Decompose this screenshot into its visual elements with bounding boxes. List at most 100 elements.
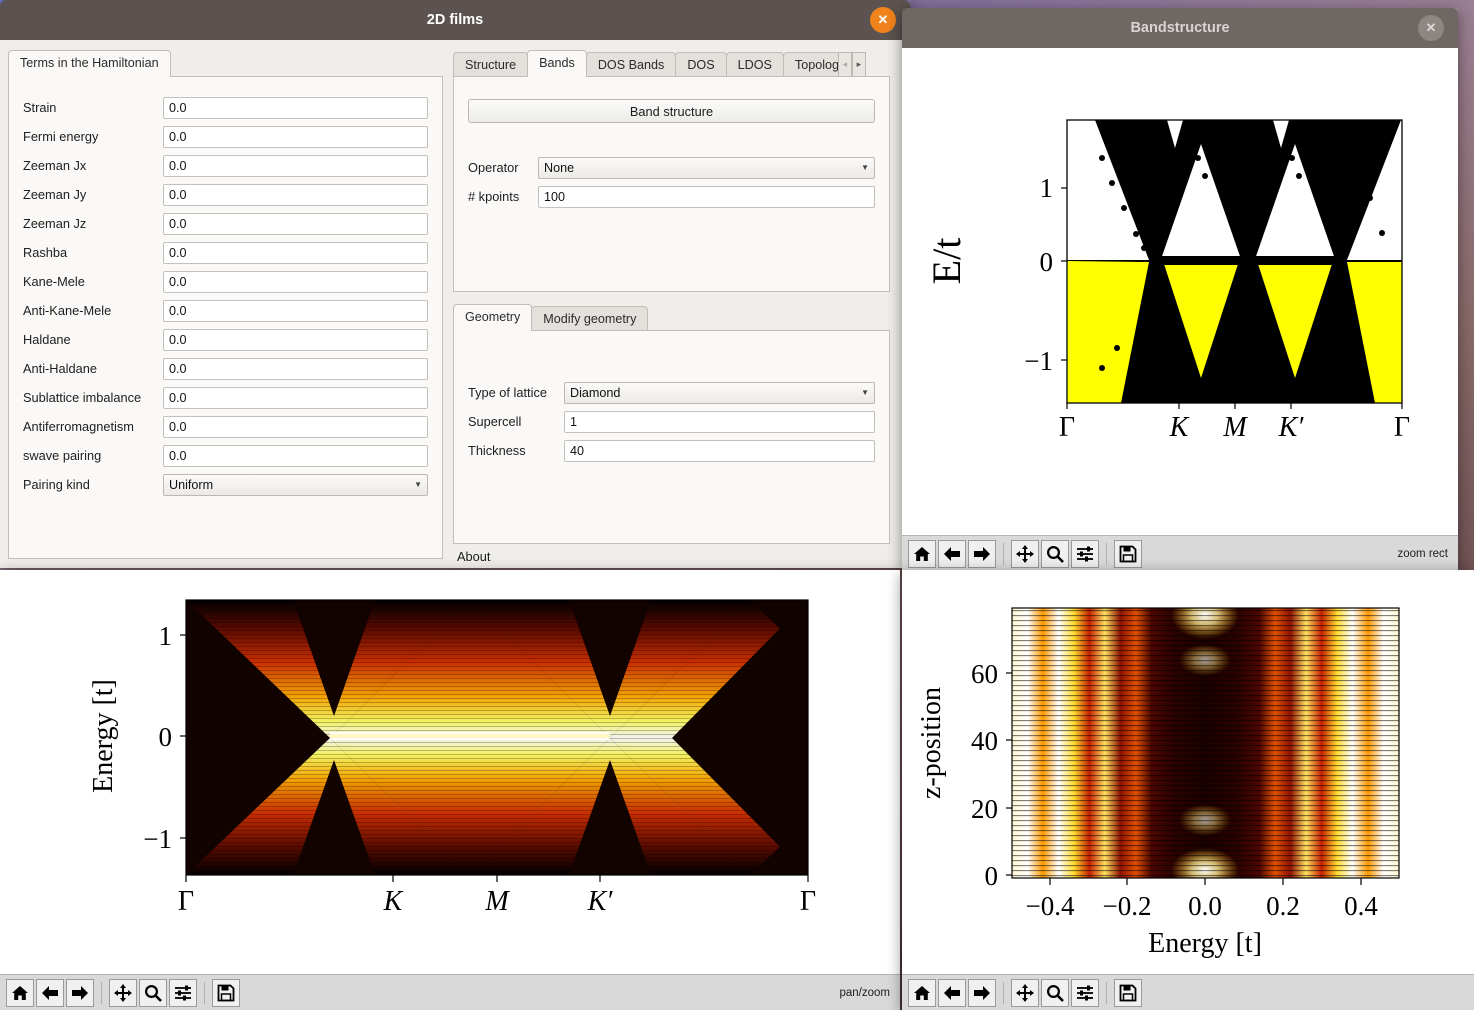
select-pairing-kind-value: Uniform: [169, 477, 214, 492]
tab-structure[interactable]: Structure: [453, 52, 529, 77]
tab-scroll-left-icon[interactable]: ◂: [837, 52, 852, 77]
tab-terms-in-the-hamiltonian[interactable]: Terms in the Hamiltonian: [8, 50, 171, 77]
label-rashba: Rashba: [23, 245, 68, 260]
input-strain[interactable]: 0.0: [163, 96, 428, 119]
input-haldane[interactable]: 0.0: [163, 328, 428, 351]
input-sublattice-imbalance[interactable]: 0.0: [163, 386, 428, 409]
back-arrow-icon[interactable]: [938, 978, 966, 1007]
field-row-kane-mele: Kane-Mele 0.0: [23, 267, 428, 296]
ldos-xlabel: Energy [t]: [1148, 928, 1262, 959]
ldos-plot: 0 20 40 60 z-position −0.4 −0.2 0.0 0.2 …: [902, 570, 1474, 974]
geometry-tabpage: Type of lattice Diamond ▼ Supercell 1 Th…: [453, 330, 890, 544]
ldos-ytick-40: 40: [971, 726, 998, 756]
input-antiferromagnetism[interactable]: 0.0: [163, 415, 428, 438]
band-xtick-m: M: [1222, 412, 1248, 443]
forward-arrow-icon[interactable]: [66, 978, 94, 1007]
home-icon[interactable]: [6, 978, 34, 1007]
close-icon[interactable]: ✕: [870, 7, 896, 33]
magnifier-icon[interactable]: [1041, 539, 1069, 568]
close-icon[interactable]: ✕: [1418, 15, 1444, 41]
back-arrow-icon[interactable]: [36, 978, 64, 1007]
supercell-row: Supercell 1: [454, 407, 889, 436]
dos-bands-canvas[interactable]: 1 0 −1 Energy [t] Γ K M K′ Γ: [0, 570, 900, 974]
tab-geometry[interactable]: Geometry: [453, 304, 533, 331]
pan-move-icon[interactable]: [109, 978, 137, 1007]
dos-xtick-gamma-left: Γ: [178, 886, 194, 917]
floppy-save-icon[interactable]: [1114, 978, 1142, 1007]
pan-move-icon[interactable]: [1011, 539, 1039, 568]
chevron-down-icon: ▼: [861, 162, 869, 172]
input-zeeman-jx[interactable]: 0.0: [163, 154, 428, 177]
dos-bands-window: 1 0 −1 Energy [t] Γ K M K′ Γ pan/zoom: [0, 570, 900, 1010]
input-zeeman-jy[interactable]: 0.0: [163, 183, 428, 206]
input-anti-haldane[interactable]: 0.0: [163, 357, 428, 380]
label-haldane: Haldane: [23, 332, 71, 347]
input-swave-pairing[interactable]: 0.0: [163, 444, 428, 467]
label-supercell: Supercell: [468, 414, 522, 429]
input-supercell[interactable]: 1: [564, 410, 875, 433]
label-strain: Strain: [23, 100, 57, 115]
input-anti-kane-mele[interactable]: 0.0: [163, 299, 428, 322]
tab-modify-geometry[interactable]: Modify geometry: [531, 306, 649, 331]
label-thickness: Thickness: [468, 443, 526, 458]
field-row-sublattice-imbalance: Sublattice imbalance 0.0: [23, 383, 428, 412]
magnifier-icon[interactable]: [1041, 978, 1069, 1007]
home-icon[interactable]: [908, 978, 936, 1007]
band-ytick-0: 0: [1040, 247, 1054, 277]
about-link[interactable]: About: [453, 549, 890, 564]
tab-dos[interactable]: DOS: [675, 52, 727, 77]
films-body: Terms in the Hamiltonian Strain 0.0 Ferm…: [0, 40, 910, 568]
toolbar-divider: [204, 981, 205, 1004]
lattice-row: Type of lattice Diamond ▼: [454, 378, 889, 407]
tab-topology[interactable]: Topology: [782, 52, 840, 77]
input-zeeman-jz[interactable]: 0.0: [163, 212, 428, 235]
ldos-canvas[interactable]: 0 20 40 60 z-position −0.4 −0.2 0.0 0.2 …: [902, 570, 1474, 974]
tab-ldos[interactable]: LDOS: [725, 52, 784, 77]
forward-arrow-icon[interactable]: [968, 539, 996, 568]
input-kane-mele[interactable]: 0.0: [163, 270, 428, 293]
dos-bands-plot: 1 0 −1 Energy [t] Γ K M K′ Γ: [0, 570, 900, 974]
dos-xtick-kprime: K′: [587, 886, 614, 917]
tab-scroll-right-icon[interactable]: ▸: [851, 52, 866, 77]
films-title: 2D films: [426, 12, 484, 28]
hamiltonian-tabstrip: Terms in the Hamiltonian: [8, 50, 443, 77]
back-arrow-icon[interactable]: [938, 539, 966, 568]
field-row-zeeman-jy: Zeeman Jy 0.0: [23, 180, 428, 209]
label-sublattice-imbalance: Sublattice imbalance: [23, 390, 142, 405]
select-type-of-lattice[interactable]: Diamond ▼: [564, 381, 875, 404]
input-rashba[interactable]: 0.0: [163, 241, 428, 264]
field-row-strain: Strain 0.0: [23, 93, 428, 122]
select-operator-value: None: [544, 160, 575, 175]
home-icon[interactable]: [908, 539, 936, 568]
band-xtick-gamma-left: Γ: [1059, 412, 1075, 443]
field-row-anti-haldane: Anti-Haldane 0.0: [23, 354, 428, 383]
forward-arrow-icon[interactable]: [968, 978, 996, 1007]
input-fermi-energy[interactable]: 0.0: [163, 125, 428, 148]
floppy-save-icon[interactable]: [212, 978, 240, 1007]
ldos-ylabel: z-position: [916, 687, 947, 799]
bandstructure-canvas[interactable]: 1 0 −1 E/t Γ K M K′ Γ: [902, 48, 1458, 535]
sliders-icon[interactable]: [169, 978, 197, 1007]
band-structure-button[interactable]: Band structure: [468, 99, 875, 123]
label-pairing-kind: Pairing kind: [23, 477, 90, 492]
magnifier-icon[interactable]: [139, 978, 167, 1007]
tab-bands[interactable]: Bands: [527, 50, 587, 77]
label-operator: Operator: [468, 160, 519, 175]
ldos-toolbar: [902, 974, 1474, 1010]
ldos-ytick-60: 60: [971, 659, 998, 689]
sliders-icon[interactable]: [1071, 539, 1099, 568]
band-ylabel: E/t: [924, 238, 969, 285]
select-operator[interactable]: None ▼: [538, 156, 875, 179]
band-ytick-neg1: −1: [1024, 346, 1053, 376]
pan-move-icon[interactable]: [1011, 978, 1039, 1007]
calculation-column: Structure Bands DOS Bands DOS LDOS Topol…: [453, 50, 890, 568]
label-type-of-lattice: Type of lattice: [468, 385, 547, 400]
films-window: 2D films ✕ Terms in the Hamiltonian Stra…: [0, 0, 910, 568]
label-swave-pairing: swave pairing: [23, 448, 102, 463]
floppy-save-icon[interactable]: [1114, 539, 1142, 568]
sliders-icon[interactable]: [1071, 978, 1099, 1007]
tab-dos-bands[interactable]: DOS Bands: [585, 52, 677, 77]
input-thickness[interactable]: 40: [564, 439, 875, 462]
input-kpoints[interactable]: 100: [538, 185, 875, 208]
select-pairing-kind[interactable]: Uniform ▼: [163, 473, 428, 496]
